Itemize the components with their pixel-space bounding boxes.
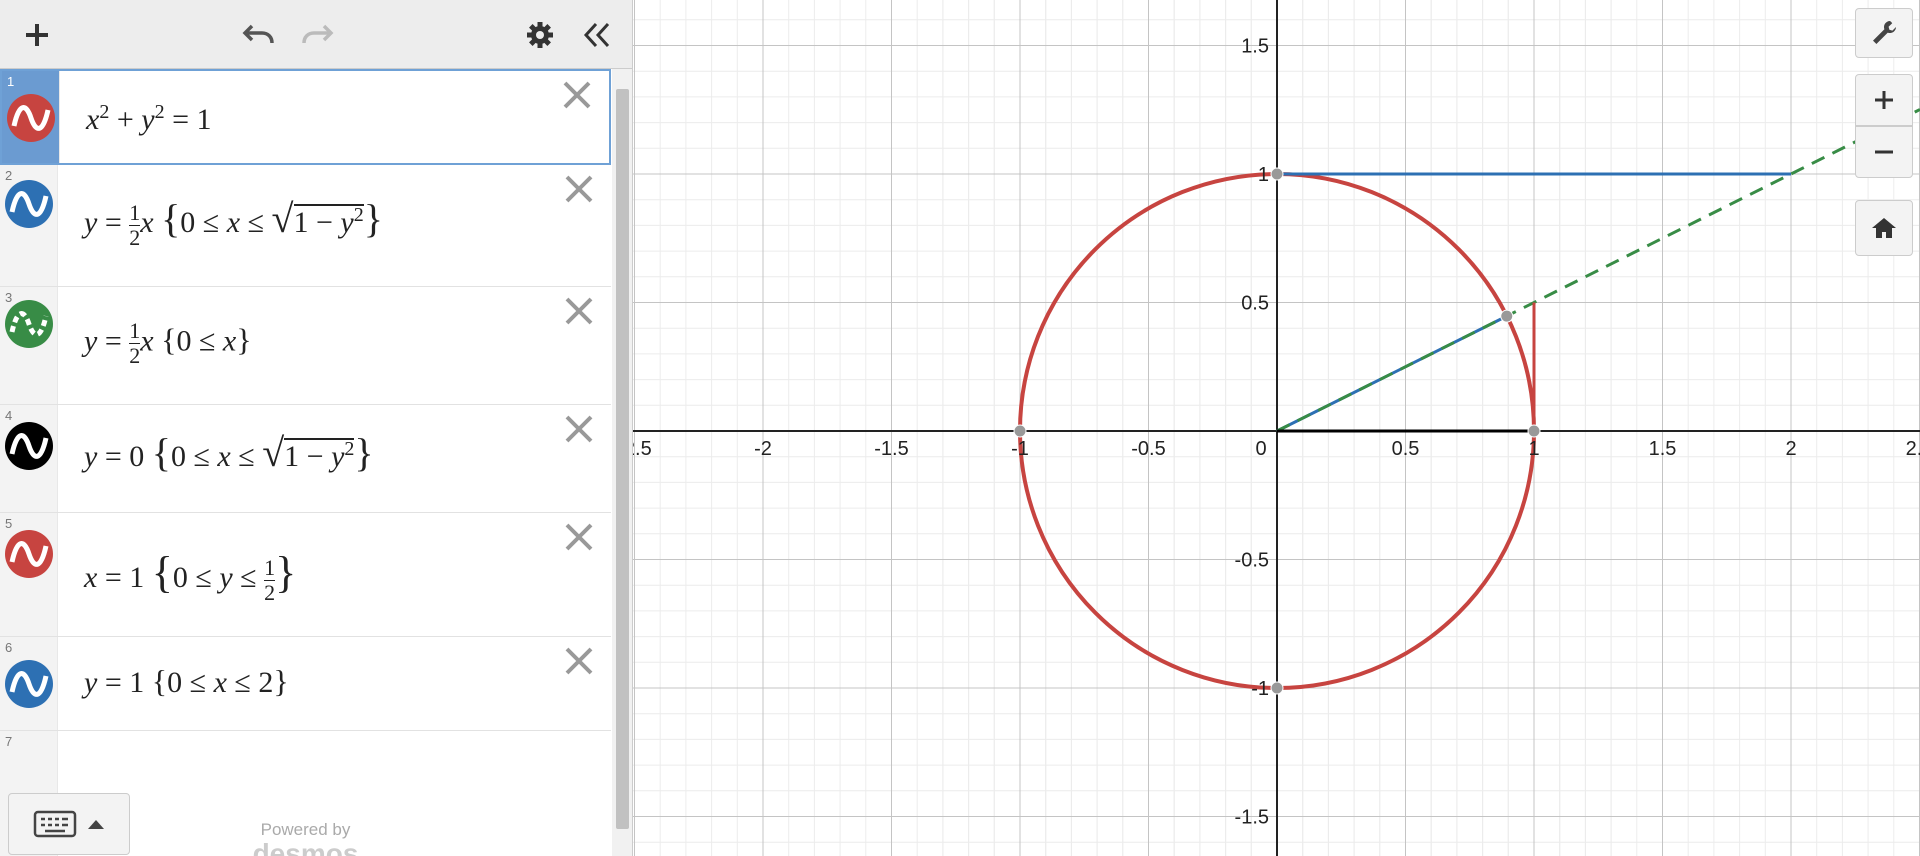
y-tick-label: 1.5 [1241,36,1269,58]
expression-panel: 1 x2 + y2 = 1 2 y = 12x {0 ≤ x ≤ √1 − y2… [0,0,633,856]
gear-icon [527,22,553,48]
double-chevron-left-icon [583,22,610,48]
keyboard-icon [33,810,77,838]
y-tick-label: -1.5 [1235,807,1269,829]
graph-settings-button[interactable] [1855,8,1913,58]
caret-up-icon [88,820,104,829]
expression-toolbar [0,0,632,69]
y-tick-label: -0.5 [1235,550,1269,572]
scrollbar-thumb[interactable] [616,89,629,829]
settings-button[interactable] [515,10,565,60]
delete-expression-icon[interactable] [561,171,597,207]
x-tick-label: -0.5 [1131,438,1165,460]
x-tick-label: -2 [754,438,772,460]
delete-expression-icon[interactable] [559,77,595,113]
x-tick-label: 2 [1785,438,1796,460]
graph-style-icon[interactable] [4,179,54,229]
intersection-point [1527,424,1541,438]
graph-style-icon[interactable] [4,299,54,349]
add-expression-button[interactable] [12,10,62,60]
redo-button[interactable] [292,10,342,60]
x-tick-label: 0 [1255,438,1266,460]
math-field[interactable]: x2 + y2 = 1 [86,101,212,137]
expression-row[interactable]: 4 y = 0 {0 ≤ x ≤ √1 − y2} [0,405,611,513]
expression-gutter: 3 [0,287,58,404]
home-icon [1872,218,1896,238]
expression-gutter: 6 [0,637,58,730]
expression-gutter: 2 [0,165,58,286]
expression-row[interactable]: 3 y = 12x {0 ≤ x} [0,287,611,405]
delete-expression-icon[interactable] [561,411,597,447]
expression-number: 7 [5,734,13,749]
expression-row[interactable]: 5 x = 1 {0 ≤ y ≤ 1 2} [0,513,611,637]
x-tick-label: -2.5 [633,438,652,460]
delete-expression-icon[interactable] [561,293,597,329]
redo-icon [302,24,334,44]
expression-gutter: 5 [0,513,58,636]
x-tick-label: 0.5 [1392,438,1420,460]
expression-list: 1 x2 + y2 = 1 2 y = 12x {0 ≤ x ≤ √1 − y2… [0,69,611,856]
graph-style-icon[interactable] [4,529,54,579]
intersection-point [1500,309,1514,323]
intersection-point [1270,681,1284,695]
intersection-point [1013,424,1027,438]
graph-style-icon[interactable] [6,93,56,143]
graph-style-icon[interactable] [4,659,54,709]
expression-row[interactable]: 1 x2 + y2 = 1 [0,69,611,165]
delete-expression-icon[interactable] [561,643,597,679]
y-tick-label: 1 [1258,164,1269,186]
x-tick-label: 1.5 [1649,438,1677,460]
keyboard-toggle-button[interactable] [8,793,130,855]
math-field[interactable]: x = 1 {0 ≤ y ≤ 1 2} [84,547,296,605]
x-tick-label: -1.5 [874,438,908,460]
math-field[interactable]: y = 1 {0 ≤ x ≤ 2} [84,663,289,700]
curves [1018,108,1920,690]
expression-gutter: 1 [2,71,60,163]
zoom-in-icon [1875,91,1893,109]
math-field[interactable]: y = 0 {0 ≤ x ≤ √1 − y2} [84,429,374,476]
default-viewport-button[interactable] [1855,200,1913,256]
intersection-point [1270,167,1284,181]
math-field[interactable]: y = 12x {0 ≤ x ≤ √1 − y2} [84,195,383,250]
scrollbar[interactable] [612,69,632,856]
zoom-out-button[interactable] [1855,126,1913,178]
math-field[interactable]: y = 12x {0 ≤ x} [84,319,252,368]
plus-icon [26,24,48,46]
x-tick-label: -1 [1011,438,1029,460]
graph-style-icon[interactable] [4,421,54,471]
axes [633,0,1920,856]
zoom-in-button[interactable] [1855,74,1913,126]
expression-number: 1 [7,74,15,89]
undo-button[interactable] [234,10,284,60]
collapse-panel-button[interactable] [572,10,622,60]
graph-canvas[interactable]: -2.5 -2 -1.5 -1 -0.5 0 0.5 1 1.5 2 2.5 1.5 1 0.5 -0.5 -… [633,0,1920,856]
expression-row[interactable]: 6 y = 1 {0 ≤ x ≤ 2} [0,637,611,731]
expression-row[interactable]: 2 y = 12x {0 ≤ x ≤ √1 − y2} [0,165,611,287]
y-tick-label: -1 [1251,678,1269,700]
y-tick-label: 0.5 [1241,293,1269,315]
x-tick-label: 2.5 [1906,438,1920,460]
undo-icon [242,24,274,44]
wrench-icon [1873,20,1896,44]
x-tick-label: 1 [1528,438,1539,460]
zoom-out-icon [1875,150,1893,154]
delete-expression-icon[interactable] [561,519,597,555]
expression-gutter: 4 [0,405,58,512]
expression-number: 6 [5,640,13,655]
